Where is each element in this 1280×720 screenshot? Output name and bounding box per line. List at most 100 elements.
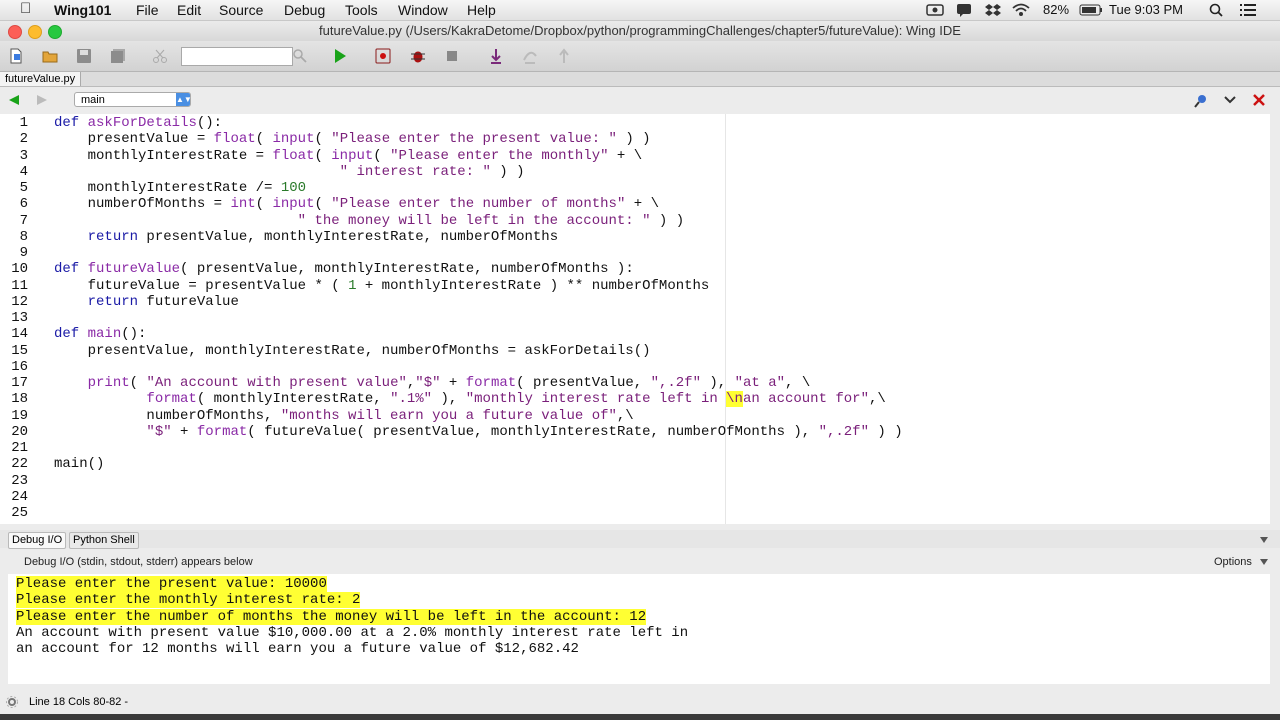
panel-menu-chevron-icon[interactable]	[1259, 536, 1269, 544]
debug-io-header: Debug I/O (stdin, stdout, stderr) appear…	[0, 552, 1280, 572]
notification-center-icon[interactable]	[1240, 4, 1256, 16]
back-arrow-icon[interactable]	[8, 94, 20, 106]
debug-io-subtitle: Debug I/O (stdin, stdout, stderr) appear…	[24, 556, 253, 568]
line-number: 10	[11, 261, 28, 278]
apple-icon[interactable]: 	[20, 0, 31, 17]
output-line: an account for 12 months will earn you a…	[16, 641, 579, 657]
code-text: format( monthlyInterestRate, ".1%" ), "m…	[146, 391, 886, 408]
output-line-text: an account for 12 months will earn you a…	[16, 641, 579, 657]
menu-debug[interactable]: Debug	[284, 2, 325, 18]
output-line: An account with present value $10,000.00…	[16, 625, 688, 641]
line-number: 7	[19, 212, 28, 229]
wifi-icon[interactable]	[1012, 3, 1030, 17]
menu-tools[interactable]: Tools	[345, 2, 378, 18]
minimize-window-button[interactable]	[28, 25, 42, 39]
options-chevron-icon[interactable]	[1259, 558, 1269, 566]
code-text: numberOfMonths = int( input( "Please ent…	[54, 196, 659, 213]
scope-select-value: main	[81, 94, 105, 106]
code-text: def futureValue( presentValue, monthlyIn…	[54, 261, 634, 278]
line-number: 16	[11, 358, 28, 375]
line-number: 1	[19, 115, 28, 131]
bug-icon[interactable]	[410, 48, 426, 64]
code-text: "$" + format( futureValue( presentValue,…	[146, 423, 903, 440]
bottom-panel-tabbar: Debug I/O Python Shell	[0, 530, 1280, 549]
window-title-bar: futureValue.py (/Users/KakraDetome/Dropb…	[0, 21, 1280, 41]
line-number: 3	[19, 147, 28, 164]
gear-icon[interactable]	[6, 696, 18, 708]
menu-app-name[interactable]: Wing101	[54, 2, 111, 18]
output-line: Please enter the monthly interest rate: …	[16, 592, 361, 609]
line-number: 5	[19, 180, 28, 196]
line-number: 9	[19, 245, 28, 261]
line-number: 23	[11, 472, 28, 489]
menu-bar:  Wing101 File Edit Source Debug Tools W…	[0, 0, 1280, 21]
line-number: 12	[11, 293, 28, 310]
line-number: 11	[11, 277, 28, 294]
code-text: return futureValue	[87, 293, 239, 310]
code-text: " interest rate: " ) )	[339, 163, 525, 180]
menu-window[interactable]: Window	[398, 2, 448, 18]
line-number: 6	[19, 196, 28, 213]
output-line-text: An account with present value $10,000.00…	[16, 624, 689, 641]
save-icon[interactable]	[76, 48, 92, 64]
menu-file[interactable]: File	[136, 2, 159, 18]
output-line: Please enter the number of months the mo…	[16, 608, 647, 625]
run-icon[interactable]	[332, 48, 348, 64]
line-number: 4	[19, 163, 28, 180]
line-number: 19	[11, 407, 28, 424]
code-text: def main():	[54, 326, 147, 343]
output-line-text: Please enter the monthly interest rate: …	[16, 592, 361, 609]
options-button[interactable]: Options	[1214, 552, 1252, 572]
messages-icon[interactable]	[956, 3, 972, 17]
menu-help[interactable]: Help	[467, 2, 496, 18]
output-line-text: Please enter the present value: 10000	[16, 576, 327, 592]
close-window-button[interactable]	[8, 25, 22, 39]
step-into-icon[interactable]	[488, 48, 504, 64]
code-text: print( "An account with present value","…	[87, 375, 811, 391]
chevron-updown-icon: ▲▼	[176, 93, 192, 106]
tab-debug-io[interactable]: Debug I/O	[8, 532, 67, 549]
forward-arrow-icon[interactable]	[36, 94, 48, 106]
menu-source[interactable]: Source	[219, 2, 263, 18]
file-tab-bar: futureValue.py	[0, 72, 1280, 87]
line-number: 25	[11, 505, 28, 521]
clock[interactable]: Tue 9:03 PM	[1109, 2, 1183, 17]
battery-icon[interactable]	[1079, 4, 1103, 16]
menu-edit[interactable]: Edit	[177, 2, 201, 18]
line-number: 22	[11, 456, 28, 473]
debug-io-output[interactable]: Please enter the present value: 10000 Ple…	[8, 574, 1270, 684]
search-icon[interactable]	[292, 48, 308, 64]
line-number: 13	[11, 310, 28, 326]
screen-record-icon[interactable]	[926, 3, 944, 17]
cut-icon[interactable]	[152, 48, 168, 64]
step-out-icon[interactable]	[556, 48, 572, 64]
dropbox-icon[interactable]	[984, 2, 1002, 18]
open-folder-icon[interactable]	[42, 48, 58, 64]
line-number: 15	[11, 342, 28, 359]
code-text: monthlyInterestRate = float( input( "Ple…	[54, 147, 643, 164]
debug-run-icon[interactable]	[375, 48, 391, 64]
line-number: 21	[11, 440, 28, 456]
code-text: " the money will be left in the account:…	[297, 212, 685, 229]
line-number: 14	[11, 326, 28, 343]
line-number: 17	[11, 375, 28, 391]
line-number: 2	[19, 131, 28, 148]
line-number: 20	[11, 423, 28, 440]
chevron-down-icon[interactable]	[1224, 96, 1236, 104]
step-over-icon[interactable]	[522, 48, 538, 64]
code-editor[interactable]: 1 def askForDetails(): 2 presentValue = fl…	[0, 114, 1270, 524]
tab-futurevalue-py[interactable]: futureValue.py	[0, 72, 82, 86]
toolbar-search-input[interactable]	[181, 47, 293, 66]
close-editor-icon[interactable]	[1253, 94, 1265, 106]
save-all-icon[interactable]	[110, 48, 126, 64]
window-bottom-edge	[0, 714, 1280, 720]
scope-select[interactable]: main ▲▼	[74, 92, 192, 107]
pin-icon[interactable]	[1194, 94, 1208, 108]
new-file-icon[interactable]	[8, 48, 24, 64]
code-text: main()	[54, 456, 105, 473]
code-text: presentValue, monthlyInterestRate, numbe…	[54, 342, 651, 359]
stop-icon[interactable]	[444, 48, 460, 64]
tab-python-shell[interactable]: Python Shell	[69, 532, 139, 549]
zoom-window-button[interactable]	[48, 25, 62, 39]
spotlight-search-icon[interactable]	[1209, 3, 1223, 17]
